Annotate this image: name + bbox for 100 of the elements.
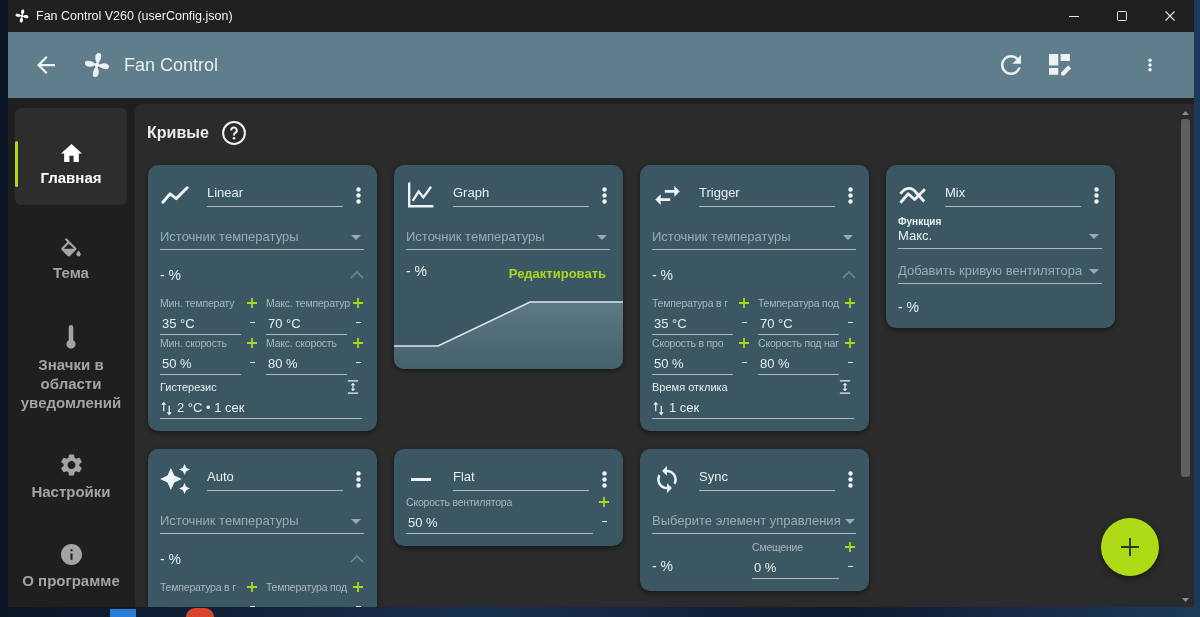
number-input[interactable]: 35 °C <box>652 310 733 335</box>
minus-icon[interactable] <box>848 321 853 323</box>
name-field[interactable]: Auto <box>207 467 343 491</box>
plus-icon[interactable] <box>353 298 363 308</box>
refresh-icon[interactable] <box>1001 55 1021 75</box>
more-icon[interactable] <box>848 186 853 204</box>
help-icon[interactable] <box>221 121 246 145</box>
minus-icon[interactable] <box>356 605 361 607</box>
fan-icon <box>84 52 110 78</box>
caret-icon[interactable] <box>843 234 853 240</box>
sidebar-label: Настройки <box>31 482 111 502</box>
speed-reading: - % <box>652 267 673 283</box>
add-button[interactable] <box>1101 518 1159 576</box>
minus-icon[interactable] <box>742 321 747 323</box>
number-input[interactable]: 70 °C <box>758 310 839 335</box>
crossing-lines-icon <box>899 186 927 204</box>
caret-icon[interactable] <box>1089 233 1099 239</box>
plus-icon[interactable] <box>739 338 749 348</box>
sidebar-label: О программе <box>22 571 120 590</box>
taskbar-app-icon[interactable] <box>186 608 214 617</box>
number-input[interactable]: 70 °C <box>266 310 347 335</box>
plus-icon[interactable] <box>247 582 257 592</box>
more-icon[interactable] <box>848 470 853 488</box>
sidebar-item[interactable]: Настройки <box>15 444 127 512</box>
more-icon[interactable] <box>1148 57 1152 73</box>
edit-button[interactable]: Редактировать <box>508 261 606 281</box>
input-field[interactable]: 2 °C • 1 сек <box>160 394 362 419</box>
name-field[interactable]: Flat <box>453 467 589 491</box>
expand-vertical-icon[interactable] <box>839 380 851 394</box>
input-field[interactable]: 1 сек <box>652 394 854 419</box>
number-input[interactable]: 0 % <box>752 554 839 579</box>
caret-icon[interactable] <box>844 518 855 524</box>
minus-icon[interactable] <box>742 361 747 363</box>
number-input[interactable]: 80 % <box>758 350 839 375</box>
plus-icon[interactable] <box>247 338 257 348</box>
minimize-icon[interactable] <box>1069 15 1079 17</box>
caret-icon[interactable] <box>351 518 361 524</box>
field-label: Температура в г <box>652 296 728 310</box>
plus-icon[interactable] <box>845 542 855 552</box>
name-field[interactable]: Graph <box>453 183 589 207</box>
sync-icon <box>657 465 677 493</box>
speed-reading: - % <box>160 551 181 567</box>
field-label: Мин. скорость <box>160 336 227 350</box>
field-label: Мин. температу <box>160 296 235 310</box>
minus-icon[interactable] <box>250 361 255 363</box>
function-dropdown[interactable]: Функция Макс. <box>898 215 1102 249</box>
chart-axes-icon <box>407 182 435 208</box>
minus-icon[interactable] <box>250 605 255 607</box>
minus-icon[interactable] <box>356 321 361 323</box>
caret-icon[interactable] <box>597 234 607 240</box>
more-icon[interactable] <box>602 186 607 204</box>
field-label: Температура под <box>758 296 839 310</box>
back-arrow-icon[interactable] <box>37 56 55 74</box>
scroll-down-icon[interactable] <box>1182 598 1189 602</box>
expand-vertical-icon[interactable] <box>347 380 359 394</box>
plus-icon[interactable] <box>845 338 855 348</box>
field-label: Макс. температур <box>266 296 350 310</box>
active-indicator <box>15 141 18 187</box>
more-icon[interactable] <box>1094 186 1099 204</box>
sidebar-item[interactable]: Тема <box>15 227 127 292</box>
name-field[interactable]: Linear <box>207 183 343 207</box>
number-input[interactable]: 80 % <box>266 350 347 375</box>
minus-icon[interactable] <box>356 361 361 363</box>
scroll-up-icon[interactable] <box>1182 111 1189 115</box>
minus-icon[interactable] <box>848 361 853 363</box>
sidebar-label: Тема <box>53 262 89 282</box>
number-input[interactable]: 50 % <box>160 350 241 375</box>
speed-reading: - % <box>898 299 919 315</box>
minus-icon[interactable] <box>250 321 255 323</box>
name-field[interactable]: Trigger <box>699 183 835 207</box>
plus-icon <box>1121 538 1139 556</box>
minus-icon[interactable] <box>848 565 853 567</box>
maximize-icon[interactable] <box>1117 11 1127 21</box>
close-icon[interactable] <box>1165 11 1175 21</box>
caret-icon[interactable] <box>351 234 361 240</box>
sparkles-icon <box>160 464 190 494</box>
minus-icon[interactable] <box>602 520 607 522</box>
number-input[interactable]: 50 % <box>652 350 733 375</box>
sidebar-item[interactable]: Значки в области уведомлений <box>15 314 127 422</box>
plus-icon[interactable] <box>599 497 609 507</box>
plus-icon[interactable] <box>247 298 257 308</box>
plus-icon[interactable] <box>353 338 363 348</box>
plus-icon[interactable] <box>353 582 363 592</box>
paint-bucket-icon <box>61 237 81 257</box>
name-field[interactable]: Mix <box>945 183 1081 207</box>
plus-icon[interactable] <box>739 298 749 308</box>
caret-icon[interactable] <box>1089 268 1099 274</box>
number-input[interactable]: 35 °C <box>160 310 241 335</box>
more-icon[interactable] <box>356 186 361 204</box>
layout-edit-icon[interactable] <box>1049 54 1071 76</box>
name-field[interactable]: Sync <box>699 467 835 491</box>
sidebar-item[interactable]: Главная <box>15 108 127 205</box>
plus-icon[interactable] <box>845 298 855 308</box>
more-icon[interactable] <box>356 470 361 488</box>
sidebar-item[interactable]: О программе <box>15 534 127 600</box>
scrollbar-thumb[interactable] <box>1181 119 1190 477</box>
swap-arrows-icon <box>654 185 680 205</box>
field-label: Смещение <box>752 540 803 554</box>
number-input[interactable]: 50 % <box>406 509 593 534</box>
more-icon[interactable] <box>602 470 607 488</box>
